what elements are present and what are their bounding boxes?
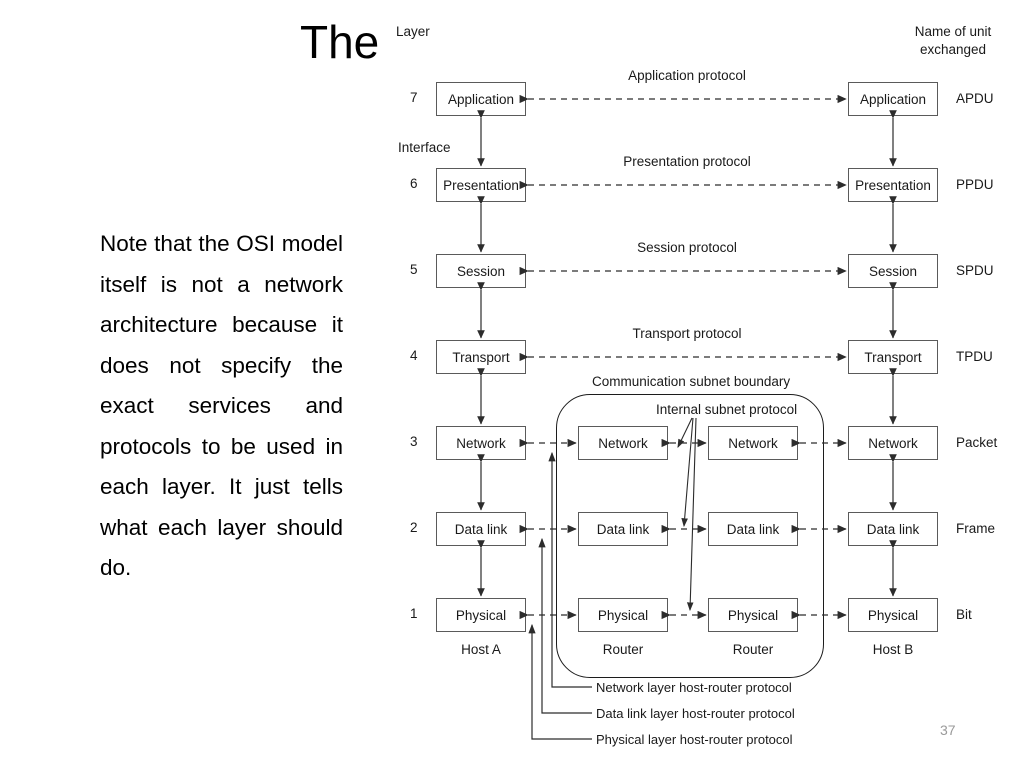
host-router-callout-leaders <box>528 451 592 740</box>
protocol-lines-endtoend <box>519 94 847 362</box>
osi-model-diagram: Layer Name of unit exchanged 7 6 5 4 3 2… <box>390 10 1024 760</box>
diagram-connectors <box>477 94 897 740</box>
protocol-lines-host-router <box>519 438 847 620</box>
body-paragraph: Note that the OSI model itself is not a … <box>100 231 343 580</box>
internal-subnet-protocol-arrows <box>677 417 697 612</box>
slide-canvas: The Note that the OSI model itself is no… <box>0 0 1024 768</box>
